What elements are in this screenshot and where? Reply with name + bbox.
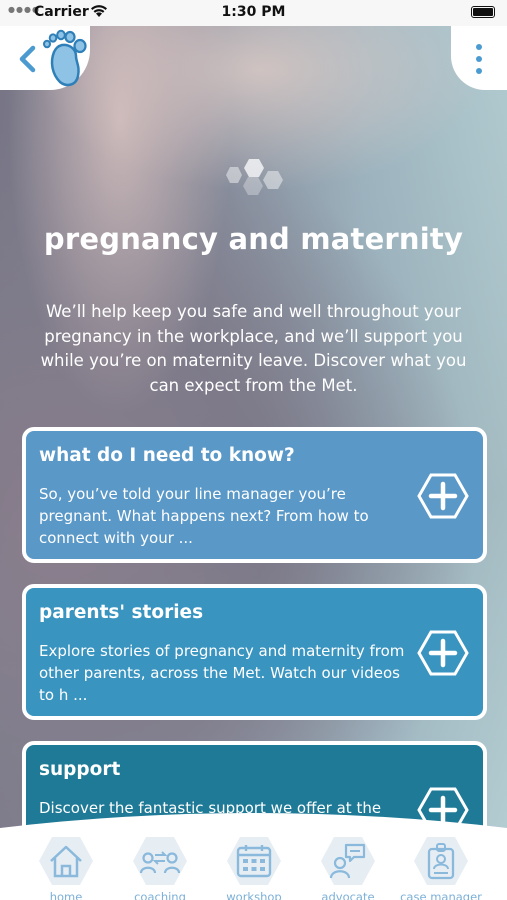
intro-text: We’ll help keep you safe and well throug… xyxy=(40,302,467,395)
battery-icon xyxy=(471,6,495,18)
expand-plus-icon[interactable] xyxy=(417,473,469,519)
tab-workshop[interactable]: workshop xyxy=(206,836,302,900)
coaching-icon xyxy=(140,851,180,874)
calendar-icon xyxy=(236,845,272,878)
card-title: parents' stories xyxy=(39,602,204,623)
card-what-do-i-need-to-know[interactable]: what do I need to know? So, you’ve told … xyxy=(22,427,487,563)
back-button[interactable] xyxy=(16,44,38,74)
expand-plus-icon[interactable] xyxy=(417,630,469,676)
more-options-button[interactable] xyxy=(473,44,485,78)
card-body: So, you’ve told your line manager you’re… xyxy=(39,485,369,547)
menu-dot xyxy=(476,68,482,74)
page-title: pregnancy and maternity xyxy=(43,222,464,256)
menu-dot xyxy=(476,56,482,62)
menu-dot xyxy=(476,44,482,50)
tab-home[interactable]: home xyxy=(18,836,114,900)
tab-case-manager[interactable]: case manager xyxy=(393,836,489,900)
tab-label: case manager xyxy=(400,890,482,900)
baby-foot-icon xyxy=(43,29,87,87)
card-parents-stories[interactable]: parents' stories Explore stories of preg… xyxy=(22,584,487,720)
id-badge-icon xyxy=(427,843,455,880)
advocate-chat-icon xyxy=(329,843,366,879)
tab-label: workshop xyxy=(226,890,282,900)
tab-label: advocate xyxy=(321,890,375,900)
status-time: 1:30 PM xyxy=(221,4,286,20)
hexagon-decoration-icon xyxy=(226,159,283,195)
card-body: Explore stories of pregnancy and materni… xyxy=(39,642,405,704)
card-title: support xyxy=(39,759,121,780)
home-icon xyxy=(50,845,82,878)
tab-advocate[interactable]: advocate xyxy=(300,836,396,900)
card-title: what do I need to know? xyxy=(39,445,295,466)
tab-coaching[interactable]: coaching xyxy=(112,836,208,900)
status-bar: ●●●● Carrier 1:30 PM xyxy=(0,0,507,26)
tab-label: coaching xyxy=(134,890,186,900)
bottom-tab-bar: home coaching workshop advocate case man… xyxy=(0,812,507,900)
tab-label: home xyxy=(49,890,83,900)
